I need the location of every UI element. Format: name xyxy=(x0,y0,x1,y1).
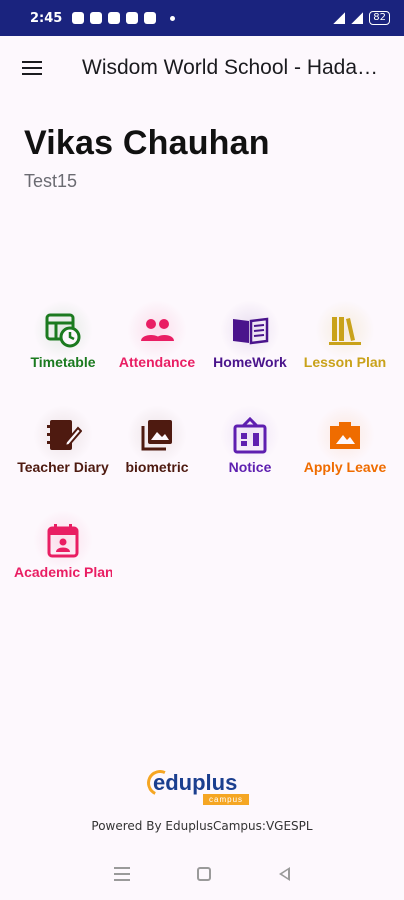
tile-apply-leave[interactable]: Apply Leave xyxy=(296,405,394,485)
biometric-icon xyxy=(141,420,172,451)
powered-by-text: Powered By EduplusCampus:VGESPL xyxy=(91,819,313,833)
tile-timetable[interactable]: Timetable xyxy=(14,300,112,380)
profile-header: Vikas Chauhan Test15 xyxy=(24,124,270,192)
menu-button[interactable] xyxy=(0,36,64,100)
tile-homework[interactable]: HomeWork xyxy=(201,300,299,380)
notification-icons xyxy=(72,12,176,24)
tile-label: Notice xyxy=(228,459,272,475)
tile-label: Timetable xyxy=(30,354,96,370)
status-time: 2:45 xyxy=(30,10,63,26)
tile-teacher-diary[interactable]: Teacher Diary xyxy=(14,405,112,485)
youtube-icon xyxy=(126,12,139,24)
apply-leave-icon xyxy=(330,422,360,449)
homework-icon xyxy=(233,317,269,345)
lesson-plan-icon xyxy=(329,317,361,345)
more-dot-icon xyxy=(170,15,176,21)
tile-label: Attendance xyxy=(118,354,196,370)
footer: eduplus campus Powered By EduplusCampus:… xyxy=(0,766,404,833)
teacher-diary-icon xyxy=(47,420,82,450)
attendance-icon xyxy=(141,319,174,341)
system-icons: 82 xyxy=(333,11,390,25)
user-name: Vikas Chauhan xyxy=(24,124,270,162)
tile-label: Academic Planner xyxy=(14,564,112,580)
tile-label: biometric xyxy=(125,459,189,475)
user-subtitle: Test15 xyxy=(24,171,78,191)
tile-label: Lesson Plan xyxy=(303,354,387,370)
recents-icon[interactable] xyxy=(113,867,130,881)
app-title: Wisdom World School - Hadapsar xyxy=(82,56,382,79)
eduplus-logo: eduplus campus xyxy=(143,766,257,808)
app-icon xyxy=(90,12,103,24)
tile-notice[interactable]: Notice xyxy=(201,405,299,485)
tile-label: Apply Leave xyxy=(303,459,387,475)
signal-icon xyxy=(351,12,364,24)
tile-label: HomeWork xyxy=(213,354,287,370)
timetable-icon xyxy=(45,313,81,348)
tile-lesson-plan[interactable]: Lesson Plan xyxy=(296,300,394,380)
tile-label: Teacher Diary xyxy=(17,459,109,475)
facebook-icon xyxy=(108,12,121,24)
app-bar: Wisdom World School - Hadapsar xyxy=(0,36,404,100)
notification-icon xyxy=(144,12,157,24)
tile-attendance[interactable]: Attendance xyxy=(108,300,206,380)
chat-icon xyxy=(72,12,85,24)
system-nav-bar xyxy=(0,848,404,900)
tile-biometric[interactable]: biometric xyxy=(108,405,206,485)
battery-icon: 82 xyxy=(369,11,390,25)
academic-planner-icon xyxy=(47,524,79,558)
hamburger-icon xyxy=(22,61,42,75)
back-icon[interactable] xyxy=(279,867,291,881)
status-bar: 2:45 82 xyxy=(0,0,404,36)
home-icon[interactable] xyxy=(197,867,212,881)
tile-academic-planner[interactable]: Academic Planner xyxy=(14,510,112,590)
notice-icon xyxy=(233,416,267,454)
wifi-icon xyxy=(333,12,346,24)
